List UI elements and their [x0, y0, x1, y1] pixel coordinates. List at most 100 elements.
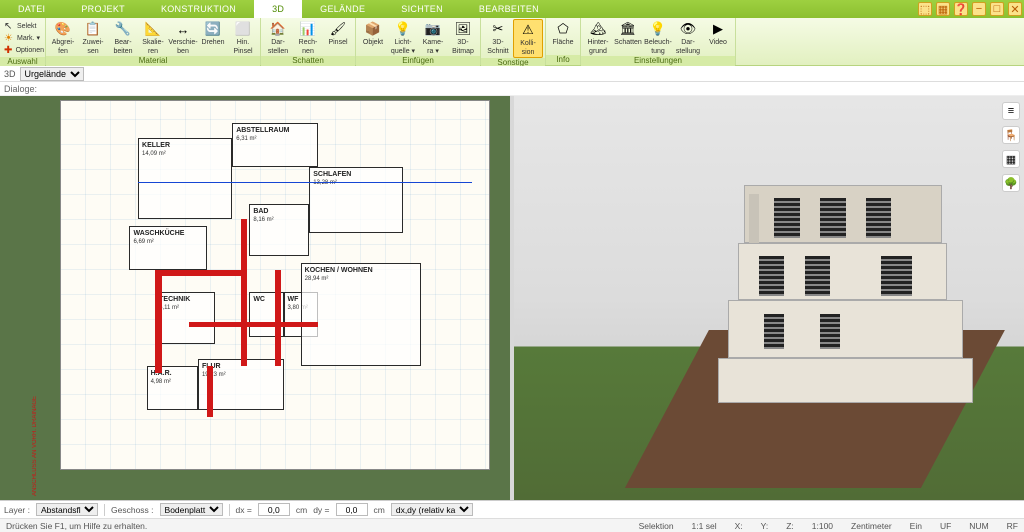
ribbon-btn-3-2[interactable]: 📷Kame-ra ▾	[418, 19, 448, 56]
toolbar-icon-5[interactable]: □	[990, 2, 1004, 16]
toolbar-icon-3[interactable]: ❓	[954, 2, 968, 16]
status-unit: Zentimeter	[851, 521, 892, 531]
coord-mode-dropdown[interactable]: dx,dy (relativ ka	[391, 503, 473, 516]
room-keller[interactable]: KELLER14,09 m²	[138, 138, 232, 219]
ribbon-icon: ⬜	[234, 20, 252, 38]
room-bad[interactable]: BAD8,16 m²	[249, 204, 309, 256]
ribbon-btn-5-0[interactable]: ⬠Fläche	[548, 19, 578, 47]
status-num: NUM	[969, 521, 988, 531]
room-kochenwohnen[interactable]: KOCHEN / WOHNEN28,94 m²	[301, 263, 421, 366]
ribbon-btn-3-1[interactable]: 💡Licht-quelle ▾	[388, 19, 418, 56]
ribbon-icon: ⬠	[554, 20, 572, 38]
status-y: Y:	[761, 521, 769, 531]
ribbon-btn-6-0[interactable]: 🏔Hinter-grund	[583, 19, 613, 56]
ribbon-btn-1-3[interactable]: 📐Skalie-ren	[138, 19, 168, 56]
ribbon-btn-6-4[interactable]: ▶Video	[703, 19, 733, 47]
status-hint: Drücken Sie F1, um Hilfe zu erhalten.	[6, 521, 147, 531]
ribbon-btn-1-2[interactable]: 🔧Bear-beiten	[108, 19, 138, 56]
ribbon-btn-6-3[interactable]: 👁Dar-stellung	[673, 19, 703, 56]
bottom-toolbar: Layer : Abstandsfl Geschoss : Bodenplatt…	[0, 500, 1024, 518]
mark-label[interactable]: Mark.	[17, 35, 35, 42]
ribbon-icon: 🏛	[619, 20, 637, 38]
ribbon-icon: ▶	[709, 20, 727, 38]
ribbon-icon: 🏠	[269, 20, 287, 38]
3d-view-pane[interactable]: ≡ 🪑 ▦ 🌳	[514, 96, 1024, 500]
plus-icon: ✚	[4, 45, 14, 56]
ribbon-icon: 🔧	[114, 20, 132, 38]
menu-tab-konstruktion[interactable]: KONSTRUKTION	[143, 0, 254, 18]
ribbon-btn-2-0[interactable]: 🏠Dar-stellen	[263, 19, 293, 56]
ribbon-icon: 📋	[84, 20, 102, 38]
status-uf: UF	[940, 521, 951, 531]
menu-tab-bearbeiten[interactable]: BEARBEITEN	[461, 0, 557, 18]
dialoge-label: Dialoge:	[0, 82, 1024, 96]
ribbon-icon: 🖼	[454, 20, 472, 38]
ribbon-btn-6-2[interactable]: 💡Beleuch-tung	[643, 19, 673, 56]
ribbon-btn-1-0[interactable]: 🎨Abgrei-fen	[48, 19, 78, 56]
ribbon-icon: 💡	[394, 20, 412, 38]
dy-label: dy =	[313, 505, 329, 515]
group-material: Material	[46, 56, 260, 66]
view-mode-label: 3D	[4, 69, 16, 79]
toolbar-icon-1[interactable]: ⬚	[918, 2, 932, 16]
ribbon-btn-2-1[interactable]: 📊Rech-nen	[293, 19, 323, 56]
ribbon-btn-2-2[interactable]: 🖌Pinsel	[323, 19, 353, 47]
ribbon-btn-3-0[interactable]: 📦Objekt	[358, 19, 388, 47]
cm-label-2: cm	[374, 505, 385, 515]
status-x: X:	[735, 521, 743, 531]
menu-tab-gelaende[interactable]: GELÄNDE	[302, 0, 383, 18]
room-waschkche[interactable]: WASCHKÜCHE6,69 m²	[129, 226, 206, 270]
layers-icon[interactable]: ≡	[1002, 102, 1020, 120]
grid-icon[interactable]: ▦	[1002, 150, 1020, 168]
furniture-icon[interactable]: 🪑	[1002, 126, 1020, 144]
tree-icon[interactable]: 🌳	[1002, 174, 1020, 192]
room-abstellraum[interactable]: ABSTELLRAUM6,31 m²	[232, 123, 318, 167]
status-bar: Drücken Sie F1, um Hilfe zu erhalten. Se…	[0, 518, 1024, 532]
ribbon-icon: 📦	[364, 20, 382, 38]
ribbon-btn-1-1[interactable]: 📋Zuwei-sen	[78, 19, 108, 56]
floorplan-pane[interactable]: KELLER14,09 m²ABSTELLRAUM6,31 m²SCHLAFEN…	[0, 96, 510, 500]
ribbon-icon: 🖌	[329, 20, 347, 38]
dy-input[interactable]	[336, 503, 368, 516]
optionen-label[interactable]: Optionen	[16, 47, 44, 54]
room-schlafen[interactable]: SCHLAFEN13,28 m²	[309, 167, 403, 233]
ribbon-btn-6-1[interactable]: 🏛Schatten	[613, 19, 643, 47]
ribbon-btn-1-6[interactable]: ⬜Hin.Pinsel	[228, 19, 258, 56]
selekt-label[interactable]: Selekt	[17, 23, 36, 30]
menu-tab-sichten[interactable]: SICHTEN	[383, 0, 461, 18]
house-model	[718, 185, 973, 407]
dx-input[interactable]	[258, 503, 290, 516]
ribbon: ↖Selekt ☀Mark.▾ ✚Optionen Auswahl 🎨Abgre…	[0, 18, 1024, 66]
layer-label: Layer :	[4, 505, 30, 515]
ribbon-btn-1-4[interactable]: ↔Verschie-ben	[168, 19, 198, 56]
layer-dropdown[interactable]: Abstandsfl	[36, 503, 98, 516]
room-technik[interactable]: TECHNIK6,11 m²	[155, 292, 215, 344]
ribbon-btn-4-0[interactable]: ✂3D-Schnitt	[483, 19, 513, 56]
cm-label-1: cm	[296, 505, 307, 515]
ribbon-icon: 📐	[144, 20, 162, 38]
menu-tab-projekt[interactable]: PROJEKT	[63, 0, 143, 18]
ribbon-icon: 💡	[649, 20, 667, 38]
status-sel: 1:1 sel	[692, 521, 717, 531]
status-ein: Ein	[910, 521, 922, 531]
dx-label: dx =	[236, 505, 252, 515]
ribbon-icon: 👁	[679, 20, 697, 38]
toolbar-icon-2[interactable]: ▦	[936, 2, 950, 16]
layer-select[interactable]: Urgelände	[20, 67, 84, 81]
ribbon-btn-4-1[interactable]: ⚠Kolli-sion	[513, 19, 543, 58]
3d-view-tools: ≡ 🪑 ▦ 🌳	[1002, 102, 1020, 192]
mark-icon: ☀	[4, 33, 15, 44]
main-splitview: KELLER14,09 m²ABSTELLRAUM6,31 m²SCHLAFEN…	[0, 96, 1024, 500]
status-selektion: Selektion	[639, 521, 674, 531]
geschoss-dropdown[interactable]: Bodenplatt	[160, 503, 223, 516]
menu-tab-3d[interactable]: 3D	[254, 0, 302, 18]
menu-tab-datei[interactable]: DATEI	[0, 0, 63, 18]
toolbar-icon-4[interactable]: −	[972, 2, 986, 16]
status-scale: 1:100	[812, 521, 833, 531]
floorplan-sheet[interactable]: KELLER14,09 m²ABSTELLRAUM6,31 m²SCHLAFEN…	[60, 100, 490, 470]
ribbon-icon: ⚠	[519, 21, 537, 39]
ribbon-btn-3-3[interactable]: 🖼3D-Bitmap	[448, 19, 478, 56]
toolbar-close-icon[interactable]: ✕	[1008, 2, 1022, 16]
sub-toolbar: 3D Urgelände	[0, 66, 1024, 82]
ribbon-btn-1-5[interactable]: 🔄Drehen	[198, 19, 228, 47]
